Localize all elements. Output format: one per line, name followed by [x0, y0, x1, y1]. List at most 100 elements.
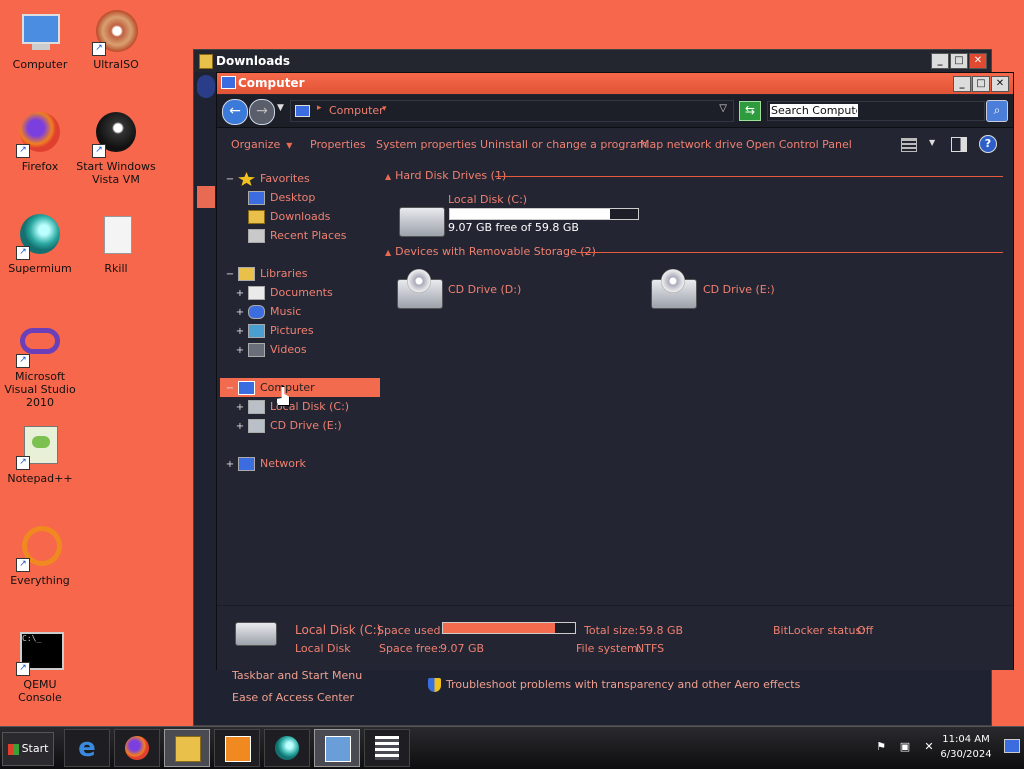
show-desktop-icon[interactable] [1004, 739, 1020, 753]
group-header-hard-disks[interactable]: ▲ Hard Disk Drives (1) [385, 169, 506, 183]
taskbar-supermium[interactable] [264, 729, 310, 767]
desktop-icon-computer[interactable]: Computer [0, 10, 80, 71]
back-arrow-button[interactable]: ← [222, 99, 248, 125]
taskbar-media-player[interactable] [214, 729, 260, 767]
breadcrumb-chevron-icon[interactable]: ▾ [382, 104, 387, 114]
nav-label: Recent Places [270, 229, 347, 242]
ease-of-access-link[interactable]: Ease of Access Center [232, 687, 362, 709]
nav-label: Libraries [260, 267, 308, 280]
start-button[interactable]: Start [2, 732, 54, 766]
collapse-icon[interactable]: − [225, 265, 235, 284]
nav-videos[interactable]: + Videos [235, 340, 307, 359]
taskbar-list-app[interactable] [364, 729, 410, 767]
nav-desktop[interactable]: Desktop [235, 188, 315, 207]
taskbar-internet-explorer[interactable]: e [64, 729, 110, 767]
expand-icon[interactable]: + [225, 455, 235, 474]
nav-music[interactable]: + Music [235, 302, 301, 321]
help-icon[interactable]: ? [979, 135, 997, 153]
breadcrumb-chevron-icon[interactable]: ▸ [317, 103, 322, 113]
expand-icon[interactable]: + [235, 341, 245, 360]
explorer-icon [175, 736, 201, 762]
map-network-drive-button[interactable]: Map network drive [640, 138, 743, 151]
space-free-label: Space free: [379, 642, 442, 655]
expand-icon[interactable]: + [235, 398, 245, 417]
action-center-flag-icon[interactable]: ⚑ [874, 740, 888, 754]
desktop-icon-vista-vm[interactable]: ↗ Start Windows Vista VM [76, 112, 156, 186]
taskbar-firefox[interactable] [114, 729, 160, 767]
chevron-down-icon[interactable]: ▼ [929, 138, 935, 147]
forward-arrow-button[interactable]: → [249, 99, 275, 125]
downloads-titlebar[interactable]: Downloads _ □ ✕ [194, 50, 991, 72]
supermium-icon: ↗ [16, 214, 62, 260]
nav-computer[interactable]: − Computer [220, 378, 380, 397]
expand-icon[interactable]: + [235, 417, 245, 436]
desktop-icon-everything[interactable]: ↗ Everything [0, 526, 80, 587]
desktop-icon-visual-studio[interactable]: ↗ Microsoft Visual Studio 2010 [0, 322, 80, 409]
desktop-icon-firefox[interactable]: ↗ Firefox [0, 112, 80, 173]
computer-icon [295, 105, 310, 117]
expand-icon[interactable]: + [235, 322, 245, 341]
computer-icon [221, 76, 236, 89]
file-system-label: File system: [576, 642, 642, 655]
collapse-icon[interactable]: − [225, 379, 235, 398]
desktop-icon-rkill[interactable]: Rkill [76, 214, 156, 275]
nav-network[interactable]: + Network [225, 454, 306, 473]
collapse-icon[interactable]: − [225, 170, 235, 189]
nav-libraries[interactable]: − Libraries [225, 264, 308, 283]
uninstall-program-button[interactable]: Uninstall or change a program [480, 138, 647, 151]
collapse-group-icon[interactable]: ▲ [385, 172, 391, 181]
address-dropdown-icon[interactable]: ▽ [719, 103, 727, 114]
close-button[interactable]: ✕ [969, 53, 987, 69]
nav-cd-drive[interactable]: + CD Drive (E:) [235, 416, 342, 435]
network-icon[interactable]: ▣ [898, 740, 912, 754]
desktop-icon-supermium[interactable]: ↗ Supermium [0, 214, 80, 275]
taskbar-explorer[interactable] [164, 729, 210, 767]
change-view-icon[interactable] [901, 138, 917, 152]
open-control-panel-button[interactable]: Open Control Panel [746, 138, 852, 151]
search-box[interactable] [767, 101, 985, 121]
expand-icon[interactable]: + [235, 284, 245, 303]
system-properties-button[interactable]: System properties [376, 138, 477, 151]
bitlocker-value: Off [857, 624, 874, 637]
properties-button[interactable]: Properties [310, 138, 366, 151]
taskbar: Start e ⚑ ▣ ✕ 11:04 AM 6/30/2024 [0, 726, 1024, 769]
minimize-button[interactable]: _ [953, 76, 971, 92]
close-button[interactable]: ✕ [991, 76, 1009, 92]
maximize-button[interactable]: □ [950, 53, 968, 69]
group-header-removable[interactable]: ▲ Devices with Removable Storage (2) [385, 245, 596, 259]
clock-time[interactable]: 11:04 AM [936, 734, 996, 745]
console-icon: C:\_ ↗ [16, 630, 64, 676]
aero-troubleshoot-link[interactable]: Troubleshoot problems with transparency … [428, 678, 800, 692]
preview-pane-icon[interactable] [951, 137, 967, 152]
nav-recent-places[interactable]: Recent Places [235, 226, 347, 245]
nav-pictures[interactable]: + Pictures [235, 321, 314, 340]
back-button[interactable] [197, 75, 215, 98]
list-icon [375, 736, 399, 760]
downloads-title: Downloads [216, 54, 291, 68]
nav-downloads[interactable]: Downloads [235, 207, 330, 226]
search-icon[interactable]: ⌕ [986, 100, 1008, 122]
volume-muted-icon[interactable]: ✕ [922, 740, 936, 754]
nav-local-disk[interactable]: + Local Disk (C:) [235, 397, 349, 416]
organize-button[interactable]: Organize ▼ [231, 138, 292, 151]
breadcrumb-computer[interactable]: Computer [329, 104, 384, 117]
organize-label: Organize [231, 138, 281, 151]
expand-icon[interactable]: + [235, 303, 245, 322]
minimize-button[interactable]: _ [931, 53, 949, 69]
nav-documents[interactable]: + Documents [235, 283, 333, 302]
computer-titlebar[interactable]: Computer _ □ ✕ [217, 73, 1013, 94]
address-bar[interactable]: ▸ Computer ▾ ▽ [290, 100, 734, 122]
computer-window[interactable]: Computer _ □ ✕ ← → ▼ ▸ Computer ▾ ▽ ⇆ ⌕ … [216, 72, 1014, 670]
taskbar-control-panel[interactable] [314, 729, 360, 767]
group-divider [495, 176, 1003, 177]
desktop-icon-notepadpp[interactable]: ↗ Notepad++ [0, 424, 80, 485]
collapse-group-icon[interactable]: ▲ [385, 248, 391, 257]
clock-date[interactable]: 6/30/2024 [936, 749, 996, 760]
desktop-icon-ultraiso[interactable]: ↗ UltraISO [76, 10, 156, 71]
maximize-button[interactable]: □ [972, 76, 990, 92]
nav-favorites[interactable]: − Favorites [225, 169, 310, 188]
search-input[interactable] [770, 104, 858, 117]
recent-pages-chevron-icon[interactable]: ▼ [277, 103, 284, 113]
desktop-icon-qemu[interactable]: C:\_ ↗ QEMU Console [0, 630, 80, 704]
refresh-button[interactable]: ⇆ [739, 101, 761, 121]
